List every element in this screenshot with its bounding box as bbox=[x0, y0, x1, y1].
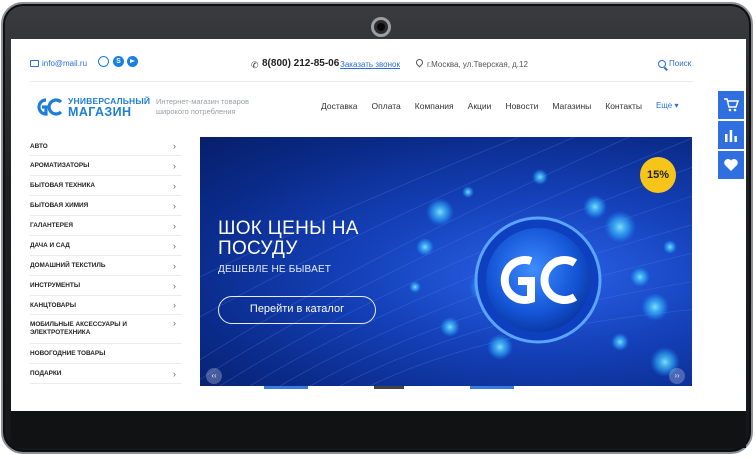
category-label: ДОМАШНИЙ ТЕКСТИЛЬ bbox=[30, 262, 106, 269]
nav-news[interactable]: Новости bbox=[505, 101, 538, 111]
thumbnail-item[interactable] bbox=[374, 386, 404, 389]
chevron-right-icon: › bbox=[173, 220, 176, 231]
banner-title-line2: ПОСУДУ bbox=[218, 238, 298, 259]
tablet-bezel-bottom bbox=[11, 411, 746, 448]
banner-subtitle: ДЕШЕВЛЕ НЕ БЫВАЕТ bbox=[218, 264, 332, 275]
phone-icon: ✆ bbox=[251, 60, 259, 70]
category-label: ДАЧА И САД bbox=[30, 242, 70, 249]
nav-more[interactable]: Еще ▾ bbox=[656, 101, 679, 111]
category-item[interactable]: ДОМАШНИЙ ТЕКСТИЛЬ › bbox=[30, 256, 182, 276]
cart-icon[interactable] bbox=[718, 91, 744, 119]
whatsapp-icon[interactable] bbox=[98, 56, 109, 67]
chevron-right-icon: › bbox=[173, 318, 176, 328]
promo-banner[interactable]: ШОК ЦЕНЫ НА ПОСУДУ ДЕШЕВЛЕ НЕ БЫВАЕТ Пер… bbox=[200, 137, 692, 386]
banner-thumbnails bbox=[200, 386, 692, 389]
mail-icon bbox=[30, 60, 39, 67]
search-button[interactable]: Поиск bbox=[658, 59, 691, 68]
chart-icon[interactable] bbox=[718, 121, 744, 149]
category-label: НОВОГОДНИЕ ТОВАРЫ bbox=[30, 350, 106, 357]
logo-text-bottom: МАГАЗИН bbox=[68, 105, 132, 119]
location-icon bbox=[414, 57, 425, 68]
discount-badge: 15% bbox=[640, 157, 676, 193]
floating-widgets bbox=[718, 91, 744, 181]
category-item[interactable]: НОВОГОДНИЕ ТОВАРЫ bbox=[30, 344, 182, 364]
email-text: info@mail.ru bbox=[42, 59, 88, 68]
telegram-icon[interactable] bbox=[127, 56, 138, 67]
nav-promotions[interactable]: Акции bbox=[468, 101, 492, 111]
phone-number[interactable]: 8(800) 212-85-06 bbox=[262, 58, 339, 69]
banner-title: ШОК ЦЕНЫ НА ПОСУДУ bbox=[218, 219, 359, 259]
chevron-right-icon: › bbox=[173, 260, 176, 271]
header-divider bbox=[30, 81, 693, 82]
category-label: ПОДАРКИ bbox=[30, 370, 62, 377]
catalog-button[interactable]: Перейти в каталог bbox=[218, 296, 376, 324]
banner-background bbox=[200, 137, 692, 386]
thumbnail-item[interactable] bbox=[264, 386, 308, 389]
screen: info@mail.ru S ✆ 8(800) 212-85-06 Заказа… bbox=[11, 39, 746, 411]
category-item[interactable]: МОБИЛЬНЫЕ АКСЕССУАРЫ И ЭЛЕКТРОТЕХНИКА › bbox=[30, 315, 182, 344]
chevron-right-icon: › bbox=[173, 160, 176, 171]
logo[interactable]: УНИВЕРСАЛЬНЫЙ МАГАЗИН bbox=[35, 96, 150, 122]
callback-link[interactable]: Заказать звонок bbox=[340, 60, 400, 69]
nav-delivery[interactable]: Доставка bbox=[321, 101, 358, 111]
thumbnail-item[interactable] bbox=[470, 386, 514, 389]
category-label: АВТО bbox=[30, 142, 48, 150]
nav-stores[interactable]: Магазины bbox=[552, 101, 591, 111]
email-link[interactable]: info@mail.ru bbox=[30, 59, 87, 68]
chevron-right-icon: › bbox=[173, 300, 176, 310]
category-label: МОБИЛЬНЫЕ АКСЕССУАРЫ И ЭЛЕКТРОТЕХНИКА bbox=[30, 320, 127, 337]
nav-payment[interactable]: Оплата bbox=[372, 101, 401, 111]
category-item[interactable]: БЫТОВАЯ ХИМИЯ › bbox=[30, 196, 182, 216]
category-sidebar: АВТО › АРОМАТИЗАТОРЫ › БЫТОВАЯ ТЕХНИКА › БЫ… bbox=[30, 137, 182, 384]
search-icon bbox=[658, 59, 666, 68]
nav-company[interactable]: Компания bbox=[415, 101, 454, 111]
heart-icon[interactable] bbox=[718, 151, 744, 179]
banner-title-line1: ШОК ЦЕНЫ НА bbox=[218, 218, 359, 239]
tagline: Интернет-магазин товаров широкого потреб… bbox=[156, 97, 249, 116]
category-label: КАНЦТОВАРЫ bbox=[30, 301, 76, 309]
category-label: ГАЛАНТЕРЕЯ bbox=[30, 222, 73, 229]
topbar: info@mail.ru S ✆ 8(800) 212-85-06 Заказа… bbox=[11, 39, 746, 81]
chevron-right-icon: › bbox=[173, 200, 176, 211]
address-text: г.Москва, ул.Тверская, д.12 bbox=[427, 60, 528, 69]
nav-contacts[interactable]: Контакты bbox=[605, 101, 642, 111]
category-label: БЫТОВАЯ ТЕХНИКА bbox=[30, 182, 95, 189]
skype-icon[interactable]: S bbox=[113, 56, 124, 67]
chevron-right-icon: › bbox=[173, 141, 176, 151]
category-label: БЫТОВАЯ ХИМИЯ bbox=[30, 202, 89, 209]
category-item[interactable]: ГАЛАНТЕРЕЯ › bbox=[30, 216, 182, 236]
camera-icon bbox=[371, 17, 391, 37]
logo-mark-icon bbox=[37, 98, 63, 116]
category-item[interactable]: ПОДАРКИ › bbox=[30, 364, 182, 384]
slider-next-button[interactable]: ›› bbox=[669, 368, 685, 384]
search-label: Поиск bbox=[669, 59, 692, 68]
category-label: АРОМАТИЗАТОРЫ bbox=[30, 162, 90, 169]
category-item[interactable]: АВТО › bbox=[30, 137, 182, 156]
chevron-right-icon: › bbox=[173, 368, 176, 379]
category-item[interactable]: АРОМАТИЗАТОРЫ › bbox=[30, 156, 182, 176]
category-label: ИНСТРУМЕНТЫ bbox=[30, 282, 81, 289]
chevron-right-icon: › bbox=[173, 240, 176, 251]
category-item[interactable]: ИНСТРУМЕНТЫ › bbox=[30, 276, 182, 296]
slider-prev-button[interactable]: ‹‹ bbox=[206, 368, 222, 384]
chevron-right-icon: › bbox=[173, 280, 176, 291]
category-item[interactable]: ДАЧА И САД › bbox=[30, 236, 182, 256]
category-item[interactable]: БЫТОВАЯ ТЕХНИКА › bbox=[30, 176, 182, 196]
category-item[interactable]: КАНЦТОВАРЫ › bbox=[30, 296, 182, 315]
main-nav: Доставка Оплата Компания Акции Новости М… bbox=[321, 101, 692, 111]
chevron-right-icon: › bbox=[173, 180, 176, 191]
